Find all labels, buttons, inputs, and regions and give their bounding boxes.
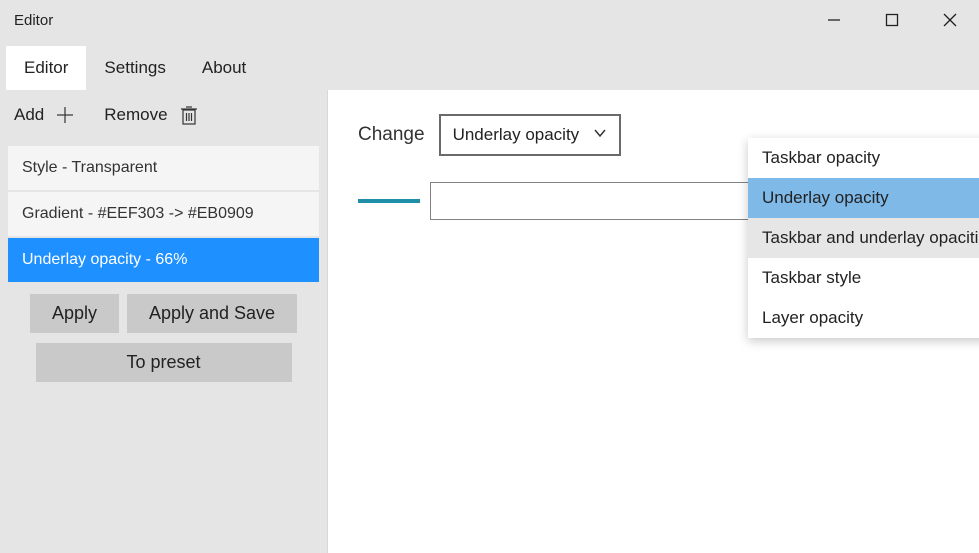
rule-list: Style - Transparent Gradient - #EEF303 -… [0,140,327,290]
tabbar: Editor Settings About [0,40,979,90]
combobox-value: Underlay opacity [453,125,580,145]
change-label: Change [358,124,425,146]
add-label: Add [14,105,44,125]
change-combobox[interactable]: Underlay opacity [439,114,621,156]
sidebar: Add Remove Style - Transparent Gradient … [0,90,328,553]
opacity-input[interactable] [430,182,790,220]
sidebar-toolbar: Add Remove [0,90,327,140]
to-preset-button[interactable]: To preset [36,343,292,382]
trash-icon [178,104,200,126]
dropdown-item-underlay-opacity[interactable]: Underlay opacity [748,178,979,218]
content: Add Remove Style - Transparent Gradient … [0,90,979,553]
tab-editor[interactable]: Editor [6,46,86,90]
minimize-button[interactable] [805,0,863,40]
dropdown-item-taskbar-style[interactable]: Taskbar style [748,258,979,298]
maximize-button[interactable] [863,0,921,40]
window-controls [805,0,979,40]
dropdown-item-taskbar-opacity[interactable]: Taskbar opacity [748,138,979,178]
plus-icon [54,104,76,126]
tab-about[interactable]: About [184,46,264,90]
button-row-1: Apply Apply and Save [0,290,327,337]
close-icon [943,13,957,27]
main-panel: Change Underlay opacity % Taskbar opacit… [328,90,979,553]
close-button[interactable] [921,0,979,40]
value-accent-bar [358,199,420,203]
remove-button[interactable]: Remove [104,104,199,126]
rule-item[interactable]: Style - Transparent [8,146,319,190]
window-title: Editor [14,12,53,29]
rule-item[interactable]: Gradient - #EEF303 -> #EB0909 [8,192,319,236]
dropdown-item-layer-opacity[interactable]: Layer opacity [748,298,979,338]
maximize-icon [885,13,899,27]
apply-save-button[interactable]: Apply and Save [127,294,297,333]
dropdown-item-taskbar-and-underlay[interactable]: Taskbar and underlay opacities [748,218,979,258]
chevron-down-icon [593,125,607,145]
titlebar: Editor [0,0,979,40]
minimize-icon [827,13,841,27]
add-button[interactable]: Add [14,104,76,126]
tab-settings[interactable]: Settings [86,46,183,90]
button-row-2: To preset [0,337,327,386]
change-dropdown: Taskbar opacity Underlay opacity Taskbar… [748,138,979,338]
remove-label: Remove [104,105,167,125]
rule-item[interactable]: Underlay opacity - 66% [8,238,319,282]
apply-button[interactable]: Apply [30,294,119,333]
